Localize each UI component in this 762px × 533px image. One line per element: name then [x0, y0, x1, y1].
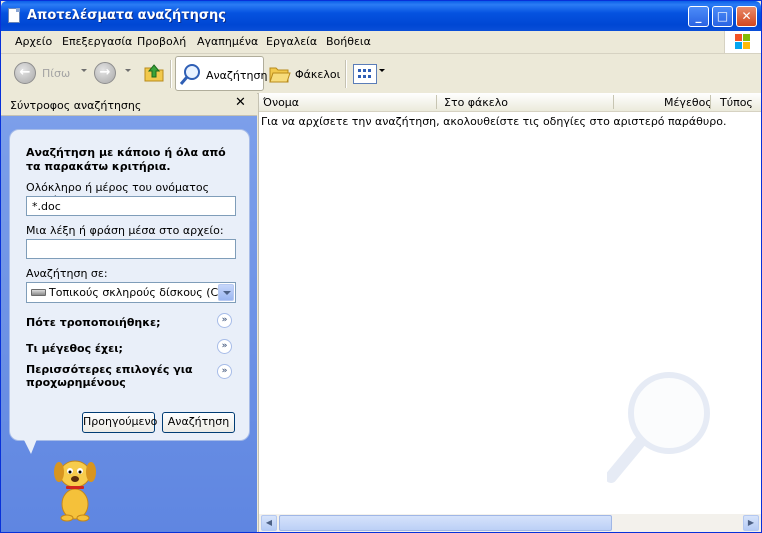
- chevron-down-icon[interactable]: [218, 284, 234, 301]
- search-criteria-bubble: Αναζήτηση με κάποιο ή όλα από τα παρακάτ…: [9, 129, 250, 441]
- windows-flag-icon: [735, 34, 751, 50]
- toolbar-separator: [170, 60, 172, 88]
- instruction-message: Για να αρχίσετε την αναζήτηση, ακολουθεί…: [261, 115, 727, 128]
- toolbar: ← Πίσω → Αναζήτηση Φάκελοι: [1, 54, 761, 94]
- search-dog-icon: [54, 460, 96, 522]
- magnifier-watermark-icon: [607, 372, 710, 483]
- menu-favorites[interactable]: Αγαπημένα: [197, 35, 258, 48]
- search-button[interactable]: Αναζήτηση: [162, 412, 235, 433]
- minimize-button[interactable]: _: [688, 6, 709, 27]
- search-companion-title: Σύντροφος αναζήτησης: [10, 99, 142, 112]
- scroll-left-icon[interactable]: ◀: [261, 515, 277, 531]
- search-results-window: Αποτελέσματα αναζήτησης _ □ ✕ Αρχείο Επε…: [0, 0, 762, 533]
- results-column-header: Όνομα Στο φάκελο Μέγεθος Τύπος: [259, 93, 761, 112]
- criteria-heading: Αναζήτηση με κάποιο ή όλα από τα παρακάτ…: [26, 146, 226, 173]
- lookin-value: Τοπικούς σκληρούς δίσκους (C:): [49, 286, 227, 299]
- expand-chevron-icon[interactable]: »: [217, 313, 232, 328]
- lookin-label: Αναζήτηση σε:: [26, 267, 108, 280]
- results-pane: Όνομα Στο φάκελο Μέγεθος Τύπος Για να αρ…: [258, 93, 761, 532]
- back-history-dropdown[interactable]: [81, 69, 87, 72]
- views-dropdown-arrow[interactable]: [379, 69, 385, 72]
- window-title: Αποτελέσματα αναζήτησης: [27, 8, 226, 23]
- size-expander[interactable]: Τι μέγεθος έχει;: [26, 342, 206, 355]
- column-type[interactable]: Τύπος: [720, 96, 753, 109]
- column-divider[interactable]: [613, 95, 614, 109]
- menu-edit[interactable]: Επεξεργασία: [62, 35, 132, 48]
- scrollbar-thumb[interactable]: [279, 515, 612, 531]
- menu-tools[interactable]: Εργαλεία: [266, 35, 317, 48]
- menu-help[interactable]: Βοήθεια: [326, 35, 371, 48]
- menu-bar: Αρχείο Επεξεργασία Προβολή Αγαπημένα Εργ…: [1, 31, 761, 54]
- menu-file[interactable]: Αρχείο: [15, 35, 52, 48]
- phrase-input[interactable]: [26, 239, 236, 259]
- date-modified-expander[interactable]: Πότε τροποποιήθηκε;: [26, 316, 206, 329]
- windows-logo: [724, 31, 761, 53]
- forward-arrow-icon[interactable]: →: [94, 62, 116, 84]
- column-name[interactable]: Όνομα: [263, 96, 299, 109]
- filename-input[interactable]: [26, 196, 236, 216]
- phrase-label: Μια λέξη ή φράση μέσα στο αρχείο:: [26, 224, 224, 237]
- title-bar[interactable]: Αποτελέσματα αναζήτησης _ □ ✕: [1, 1, 761, 31]
- folder-up-icon[interactable]: [142, 60, 166, 84]
- search-companion-pane: Σύντροφος αναζήτησης ✕ Αναζήτηση με κάπο…: [1, 93, 257, 532]
- search-toolbar-button[interactable]: Αναζήτηση: [175, 56, 268, 91]
- forward-history-dropdown[interactable]: [125, 69, 131, 72]
- scroll-right-icon[interactable]: ▶: [743, 515, 759, 531]
- search-companion-body: Αναζήτηση με κάποιο ή όλα από τα παρακάτ…: [1, 116, 257, 532]
- search-toolbar-label: Αναζήτηση: [206, 69, 268, 82]
- column-divider[interactable]: [436, 95, 437, 109]
- search-companion-header: Σύντροφος αναζήτησης ✕: [1, 93, 257, 116]
- expand-chevron-icon[interactable]: »: [217, 364, 232, 379]
- folders-icon[interactable]: [268, 63, 292, 85]
- back-button-label[interactable]: Πίσω: [42, 67, 70, 80]
- bubble-tail: [21, 434, 39, 454]
- column-in-folder[interactable]: Στο φάκελο: [444, 96, 508, 109]
- toolbar-separator: [345, 60, 347, 88]
- advanced-options-expander[interactable]: Περισσότερες επιλογές για προχωρημένους: [26, 363, 196, 389]
- horizontal-scrollbar[interactable]: ◀ ▶: [259, 514, 761, 532]
- magnifier-icon: [179, 64, 200, 85]
- back-arrow-icon[interactable]: ←: [14, 62, 36, 84]
- column-divider[interactable]: [710, 95, 711, 109]
- maximize-button[interactable]: □: [712, 6, 733, 27]
- hard-drive-icon: [31, 289, 46, 296]
- document-icon: [8, 8, 20, 23]
- views-icon[interactable]: [353, 64, 377, 84]
- folders-toolbar-label: Φάκελοι: [295, 68, 341, 81]
- menu-view[interactable]: Προβολή: [137, 35, 186, 48]
- close-pane-icon[interactable]: ✕: [235, 95, 246, 110]
- expand-chevron-icon[interactable]: »: [217, 339, 232, 354]
- column-size[interactable]: Μέγεθος: [664, 96, 712, 109]
- lookin-select[interactable]: Τοπικούς σκληρούς δίσκους (C:): [26, 282, 236, 303]
- close-button[interactable]: ✕: [736, 6, 757, 27]
- back-button[interactable]: Προηγούμενο: [82, 412, 157, 433]
